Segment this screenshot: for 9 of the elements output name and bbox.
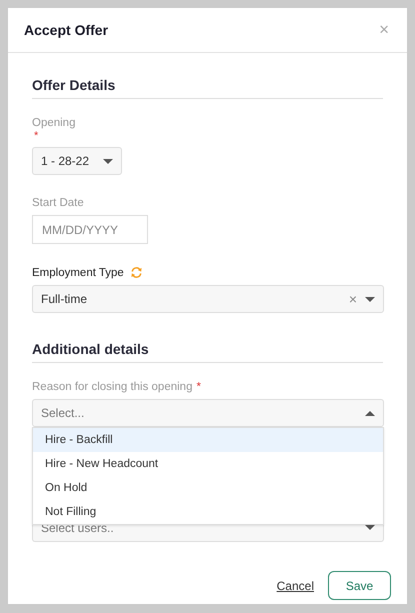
field-label: Start Date [32,197,84,209]
dialog-title: Accept Offer [24,22,108,38]
field-label: Opening [32,117,76,129]
required-marker: * [34,129,38,143]
required-marker: * [196,381,201,393]
section-heading: Additional details [32,341,383,363]
field-label: Employment Type [32,266,124,278]
field-label: Reason for closing this opening [32,381,192,393]
section-heading: Offer Details [32,77,383,99]
